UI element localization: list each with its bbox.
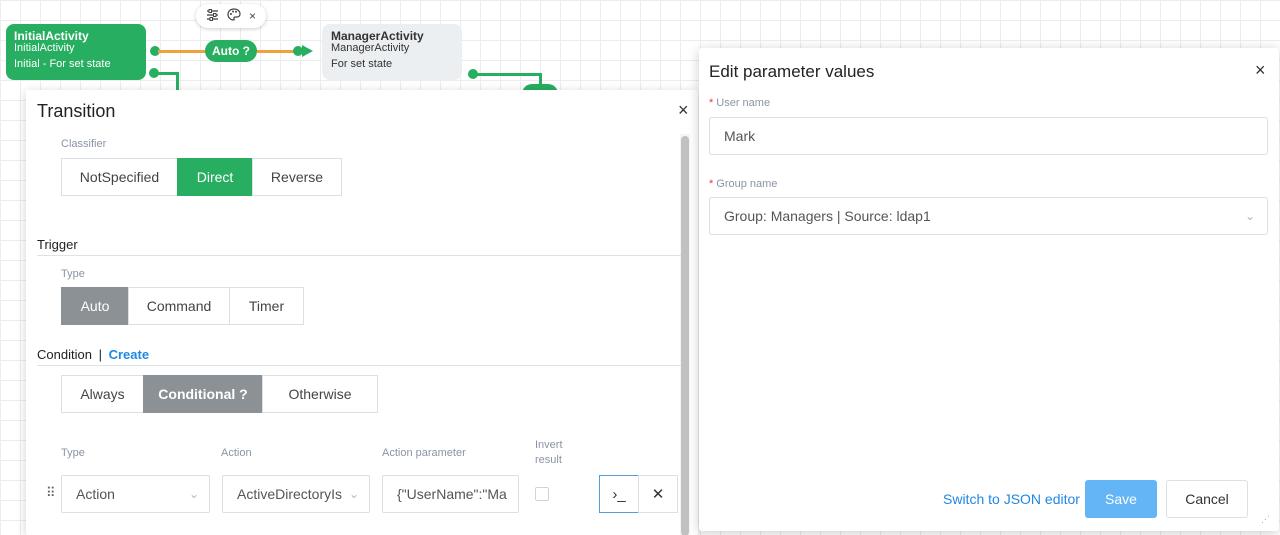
transition-panel: Transition × Classifier NotSpecified Dir… (26, 90, 698, 535)
group-name-label: * Group name (709, 178, 777, 190)
column-header-invert-result: Invert result (535, 438, 563, 468)
trigger-option-command[interactable]: Command (128, 287, 230, 325)
trigger-type-label: Type (61, 268, 85, 280)
condition-action-select[interactable]: ActiveDirectoryIs ⌄ (222, 475, 370, 513)
trigger-option-auto[interactable]: Auto (61, 287, 129, 325)
select-value: Group: Managers | Source: ldap1 (724, 208, 931, 224)
condition-option-otherwise[interactable]: Otherwise (262, 375, 378, 413)
close-icon[interactable]: × (1255, 60, 1266, 81)
trigger-type-segmented: Auto Command Timer (61, 287, 304, 325)
group-name-select[interactable]: Group: Managers | Source: ldap1 ⌄ (709, 197, 1268, 235)
scrollbar-thumb[interactable] (681, 136, 689, 535)
column-header-action: Action (221, 447, 252, 459)
node-title: ManagerActivity (331, 29, 424, 43)
connector-line (257, 50, 297, 53)
node-state: Initial - For set state (14, 58, 111, 70)
panel-title: Transition (37, 101, 116, 121)
classifier-option-direct[interactable]: Direct (177, 158, 253, 196)
delete-icon[interactable]: ✕ (638, 475, 678, 513)
save-button[interactable]: Save (1085, 480, 1157, 518)
condition-section-title: Condition | Create (37, 347, 149, 362)
edit-parameter-dialog: Edit parameter values × * User name Mark … (699, 48, 1279, 531)
create-condition-link[interactable]: Create (109, 347, 149, 362)
activity-node-manager[interactable]: ManagerActivity ManagerActivity For set … (322, 24, 462, 80)
node-title: InitialActivity (14, 29, 89, 43)
invert-result-checkbox[interactable] (535, 487, 549, 501)
input-value: {"UserName":"Ma (397, 486, 507, 502)
palette-icon[interactable] (227, 8, 241, 24)
invert-label-line: Invert (535, 439, 563, 451)
action-parameter-input[interactable]: {"UserName":"Ma (382, 475, 519, 513)
chevron-down-icon: ⌄ (348, 487, 359, 501)
condition-label: Condition (37, 347, 92, 362)
resize-handle-icon[interactable]: ⋰ (1261, 514, 1270, 525)
column-header-action-parameter: Action parameter (382, 447, 466, 459)
node-subtitle: ManagerActivity (331, 42, 410, 54)
condition-option-conditional[interactable]: Conditional ? (143, 375, 263, 413)
chevron-down-icon: ⌄ (1244, 209, 1255, 223)
node-subtitle: InitialActivity (14, 42, 75, 54)
classifier-option-notspecified[interactable]: NotSpecified (61, 158, 178, 196)
trigger-section-title: Trigger (37, 237, 78, 252)
invert-label-line: result (535, 454, 562, 466)
switch-to-json-editor-link[interactable]: Switch to JSON editor (943, 491, 1080, 507)
required-mark: * (709, 97, 714, 109)
separator: | (98, 347, 102, 362)
label-text: User name (716, 97, 771, 109)
classifier-label: Classifier (61, 138, 107, 150)
node-toolbar: × (196, 4, 266, 28)
activity-node-initial[interactable]: InitialActivity InitialActivity Initial … (6, 24, 146, 80)
section-divider (37, 255, 681, 256)
classifier-segmented: NotSpecified Direct Reverse (61, 158, 342, 196)
classifier-option-reverse[interactable]: Reverse (252, 158, 342, 196)
arrow-head-icon (302, 45, 313, 57)
node-state: For set state (331, 58, 393, 70)
section-divider (37, 365, 681, 366)
condition-segmented: Always Conditional ? Otherwise (61, 375, 378, 413)
sliders-icon[interactable] (206, 8, 219, 24)
close-icon[interactable]: × (249, 9, 256, 23)
user-name-input[interactable]: Mark (709, 117, 1268, 155)
transition-pill[interactable]: Auto ? (205, 40, 257, 62)
select-value: ActiveDirectoryIs (237, 486, 343, 502)
column-header-type: Type (61, 447, 85, 459)
required-mark: * (709, 178, 714, 190)
user-name-label: * User name (709, 97, 770, 109)
condition-type-select[interactable]: Action ⌄ (61, 475, 210, 513)
label-text: Group name (716, 178, 778, 190)
condition-option-always[interactable]: Always (61, 375, 144, 413)
dialog-title: Edit parameter values (709, 62, 875, 81)
cancel-button[interactable]: Cancel (1166, 480, 1248, 518)
connector-line (176, 72, 179, 92)
close-icon[interactable]: × (678, 100, 689, 121)
drag-handle-icon[interactable]: ⠿ (46, 485, 55, 501)
chevron-down-icon: ⌄ (188, 487, 199, 501)
terminal-icon[interactable]: ›_ (599, 475, 639, 513)
select-value: Action (76, 486, 115, 502)
connector-line (158, 50, 206, 53)
connector-line (476, 73, 542, 76)
input-value: Mark (724, 128, 756, 144)
trigger-option-timer[interactable]: Timer (229, 287, 304, 325)
